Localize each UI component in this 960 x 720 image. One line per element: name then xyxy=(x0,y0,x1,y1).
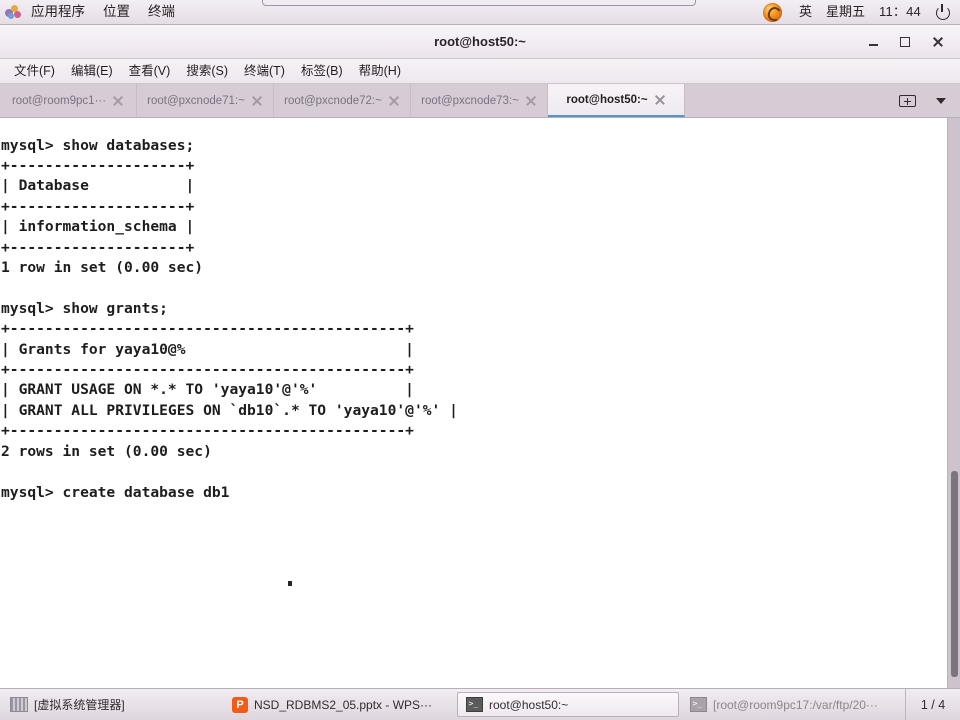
tab-pxcnode73[interactable]: root@pxcnode73:~ xyxy=(411,84,548,117)
input-method-indicator[interactable]: 英 xyxy=(792,0,819,24)
terminal-icon xyxy=(466,697,483,712)
weekday-label: 星期五 xyxy=(826,4,866,19)
mouse-cursor xyxy=(288,581,292,586)
menu-terminal[interactable]: 终端(T) xyxy=(236,60,293,83)
scrollbar-thumb[interactable] xyxy=(951,471,958,677)
taskbar-item-wps[interactable]: P NSD_RDBMS2_05.pptx - WPS··· xyxy=(223,692,455,717)
chevron-down-icon[interactable] xyxy=(936,97,946,104)
tab-close-icon[interactable] xyxy=(113,95,124,106)
menu-search[interactable]: 搜索(S) xyxy=(178,60,236,83)
close-button[interactable] xyxy=(922,29,952,55)
taskbar-item-label: [root@room9pc17:/var/ftp/20··· xyxy=(713,697,878,712)
tab-pxcnode72[interactable]: root@pxcnode72:~ xyxy=(274,84,411,117)
terminal-output[interactable]: mysql> show databases; +----------------… xyxy=(0,133,458,503)
tab-close-icon[interactable] xyxy=(526,95,537,106)
tab-label: root@pxcnode71:~ xyxy=(147,94,245,107)
menu-help[interactable]: 帮助(H) xyxy=(351,60,409,83)
taskbar-item-label: [虚拟系统管理器] xyxy=(34,698,125,712)
tab-host50[interactable]: root@host50:~ xyxy=(548,84,685,117)
taskbar-item-label: NSD_RDBMS2_05.pptx - WPS··· xyxy=(254,697,433,712)
tab-pxcnode71[interactable]: root@pxcnode71:~ xyxy=(137,84,274,117)
window-title: root@host50:~ xyxy=(434,34,526,49)
firefox-icon[interactable] xyxy=(763,2,782,22)
tab-room9pc1[interactable]: root@room9pc1··· xyxy=(0,84,137,117)
menu-file[interactable]: 文件(F) xyxy=(6,60,63,83)
panel-status-area: 英 星期五 11：44 xyxy=(763,0,960,24)
terminal-window: root@host50:~ 文件(F) 编辑(E) 查看(V) 搜索(S) 终端… xyxy=(0,25,960,688)
maximize-button[interactable] xyxy=(890,29,920,55)
taskbar-item-room9pc17[interactable]: [root@room9pc17:/var/ftp/20··· xyxy=(681,692,903,717)
panel-menu-terminal[interactable]: 终端 xyxy=(139,0,184,24)
terminal-body[interactable]: mysql> show databases; +----------------… xyxy=(0,118,960,688)
tab-label: root@room9pc1··· xyxy=(11,94,107,107)
clock[interactable]: 11：44 xyxy=(872,0,928,24)
new-tab-plus-horizontal xyxy=(904,100,911,103)
background-window-sliver[interactable] xyxy=(262,0,696,6)
new-tab-icon[interactable] xyxy=(899,93,916,108)
wps-icon: P xyxy=(232,696,248,713)
power-ring xyxy=(936,6,950,20)
window-titlebar[interactable]: root@host50:~ xyxy=(0,25,960,59)
minimize-icon xyxy=(868,43,878,46)
power-stem xyxy=(941,4,943,12)
menu-tabs[interactable]: 标签(B) xyxy=(293,60,351,83)
panel-menu-applications[interactable]: 应用程序 xyxy=(22,0,94,24)
terminal-tabbar: root@room9pc1··· root@pxcnode71:~ root@p… xyxy=(0,84,960,118)
minimize-button[interactable] xyxy=(858,29,888,55)
terminal-icon xyxy=(690,697,707,712)
maximize-icon xyxy=(900,36,910,47)
tab-close-icon[interactable] xyxy=(252,95,263,106)
power-icon[interactable] xyxy=(932,1,954,23)
panel-menu-places[interactable]: 位置 xyxy=(94,0,139,24)
terminal-scrollbar[interactable] xyxy=(947,118,960,688)
tab-close-icon[interactable] xyxy=(655,94,666,105)
taskbar-item-label: root@host50:~ xyxy=(489,697,569,712)
taskbar-item-host50[interactable]: root@host50:~ xyxy=(457,692,679,717)
menubar: 文件(F) 编辑(E) 查看(V) 搜索(S) 终端(T) 标签(B) 帮助(H… xyxy=(0,59,960,84)
tab-label: root@pxcnode73:~ xyxy=(421,94,519,107)
desktop-screen: 应用程序 位置 终端 英 星期五 11：44 root@host50:~ 文件(… xyxy=(0,0,960,720)
tab-label: root@host50:~ xyxy=(566,93,648,106)
tab-label: root@pxcnode72:~ xyxy=(284,94,382,107)
tabbar-actions xyxy=(685,84,960,117)
close-icon xyxy=(932,36,943,47)
workspace-indicator[interactable]: 1 / 4 xyxy=(905,689,960,720)
applications-icon[interactable] xyxy=(5,4,22,20)
vm-manager-icon xyxy=(10,697,28,712)
taskbar-item-virt-manager[interactable]: [虚拟系统管理器] xyxy=(1,692,221,717)
menu-view[interactable]: 查看(V) xyxy=(121,60,179,83)
menu-edit[interactable]: 编辑(E) xyxy=(63,60,121,83)
taskbar: [虚拟系统管理器] P NSD_RDBMS2_05.pptx - WPS··· … xyxy=(0,688,960,720)
tab-close-icon[interactable] xyxy=(389,95,400,106)
window-controls xyxy=(858,25,952,58)
